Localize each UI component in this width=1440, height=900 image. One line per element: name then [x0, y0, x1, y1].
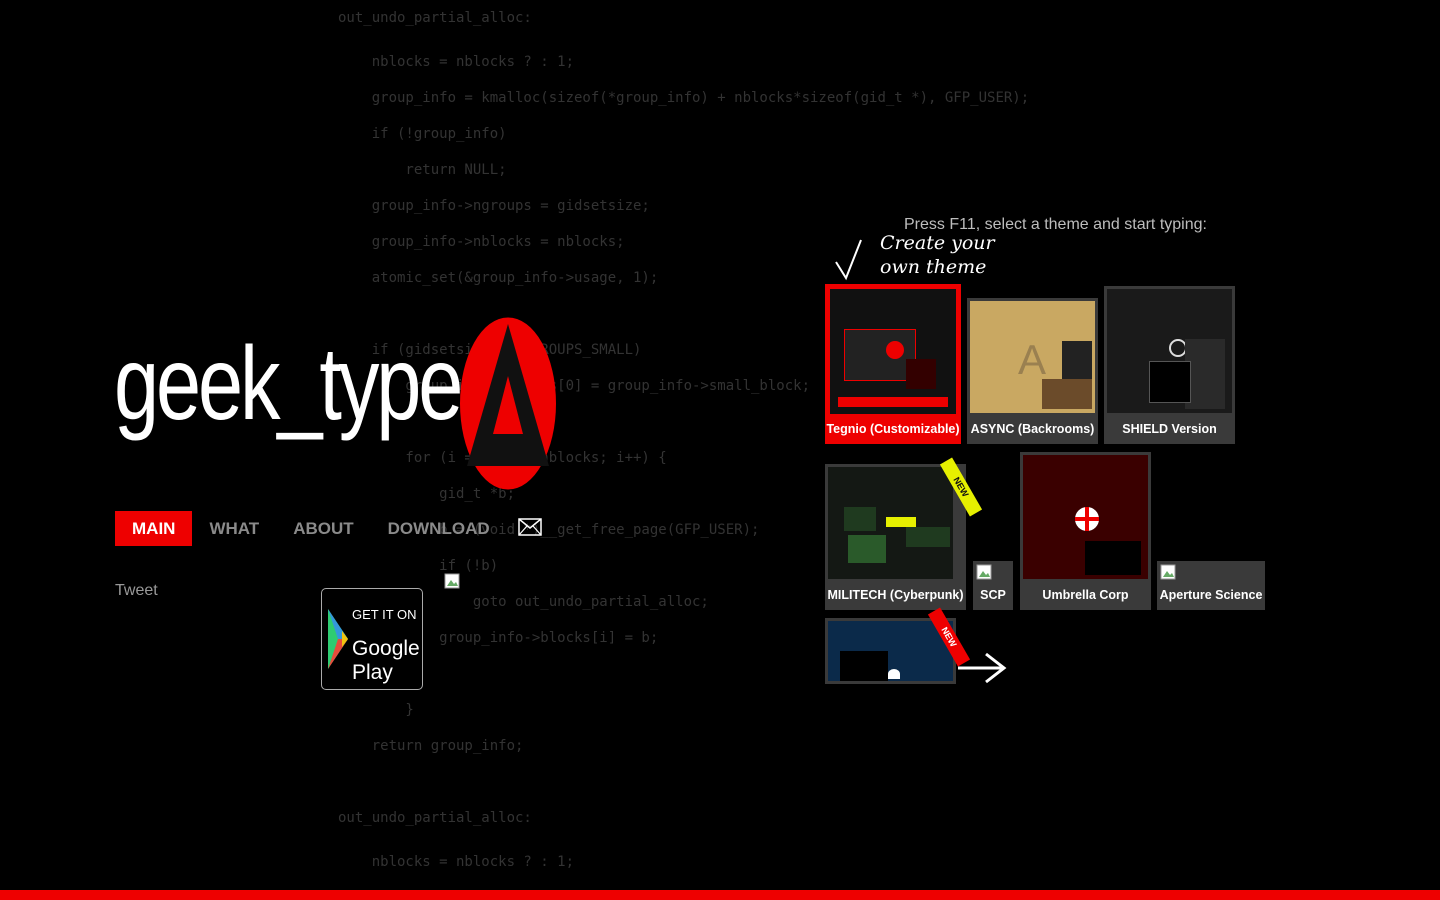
code-line: if (!group_info)	[338, 126, 507, 142]
nav-main[interactable]: MAIN	[115, 511, 193, 546]
google-play-badge[interactable]: GET IT ON Google Play	[321, 588, 423, 690]
tweet-link[interactable]: Tweet	[115, 582, 158, 600]
theme-label: Tegnio (Customizable)	[826, 422, 960, 436]
nav-about[interactable]: ABOUT	[276, 511, 370, 546]
code-line: atomic_set(&group_info->usage, 1);	[338, 270, 659, 286]
code-line: out_undo_partial_alloc:	[338, 810, 532, 826]
theme-tile-tegnio[interactable]: Tegnio (Customizable)	[825, 284, 961, 444]
code-line: }	[338, 702, 414, 718]
code-line: nblocks = nblocks ? : 1;	[338, 854, 575, 870]
theme-label: ASYNC (Backrooms)	[970, 422, 1095, 436]
theme-tile-aperture[interactable]: Aperture Science	[1157, 561, 1265, 610]
theme-thumbnail	[830, 289, 956, 414]
code-line: group_info->nblocks = nblocks;	[338, 234, 625, 250]
broken-image-icon	[976, 564, 992, 580]
arrow-right-icon[interactable]	[956, 650, 1008, 686]
code-line: if (!b)	[338, 558, 499, 574]
theme-thumbnail	[828, 621, 953, 681]
theme-thumbnail: A	[970, 301, 1095, 413]
gplay-big-text: Google Play	[352, 637, 420, 684]
gplay-small-text: GET IT ON	[352, 607, 417, 622]
theme-label: SCP	[980, 588, 1006, 602]
theme-tile-militech[interactable]: NEW MILITECH (Cyberpunk)	[825, 457, 983, 610]
theme-label: Umbrella Corp	[1042, 588, 1129, 602]
theme-label: MILITECH (Cyberpunk)	[827, 588, 964, 602]
theme-label: SHIELD Version	[1122, 422, 1217, 436]
bottom-accent-bar	[0, 890, 1440, 900]
nav-download[interactable]: DOWNLOAD	[371, 511, 507, 546]
create-note-line2: own theme	[880, 256, 987, 278]
theme-thumbnail	[1023, 455, 1148, 579]
main-nav: MAIN WHAT ABOUT DOWNLOAD	[115, 511, 507, 546]
theme-tile-async[interactable]: A ASYNC (Backrooms)	[967, 298, 1098, 444]
code-line: return group_info;	[338, 738, 524, 754]
broken-image-icon	[444, 573, 460, 589]
code-line: group_info = kmalloc(sizeof(*group_info)…	[338, 90, 1030, 106]
theme-thumbnail	[828, 467, 953, 579]
create-theme-note[interactable]: Create your own theme	[880, 231, 995, 279]
code-line: group_info->ngroups = gidsetsize;	[338, 198, 650, 214]
create-note-line1: Create your	[880, 232, 995, 254]
theme-label: Aperture Science	[1159, 588, 1263, 602]
mail-icon[interactable]	[518, 518, 542, 536]
code-line: out_undo_partial_alloc:	[338, 10, 532, 26]
theme-tile-scp[interactable]: SCP	[973, 561, 1013, 610]
code-line: return NULL;	[338, 162, 507, 178]
google-play-icon	[328, 609, 348, 669]
checkmark-icon	[835, 239, 862, 281]
code-line: nblocks = nblocks ? : 1;	[338, 54, 575, 70]
nav-what[interactable]: WHAT	[192, 511, 276, 546]
theme-tile-new[interactable]: NEW	[825, 607, 971, 684]
theme-tile-umbrella[interactable]: Umbrella Corp	[1020, 452, 1151, 610]
site-logo-text: geek_typer|	[114, 326, 505, 442]
logo-emblem-icon	[460, 317, 556, 490]
theme-thumbnail	[1107, 289, 1232, 413]
broken-image-icon	[1160, 564, 1176, 580]
background-code: out_undo_partial_alloc: nblocks = nblock…	[0, 0, 1440, 890]
theme-tile-shield[interactable]: SHIELD Version	[1104, 286, 1235, 444]
